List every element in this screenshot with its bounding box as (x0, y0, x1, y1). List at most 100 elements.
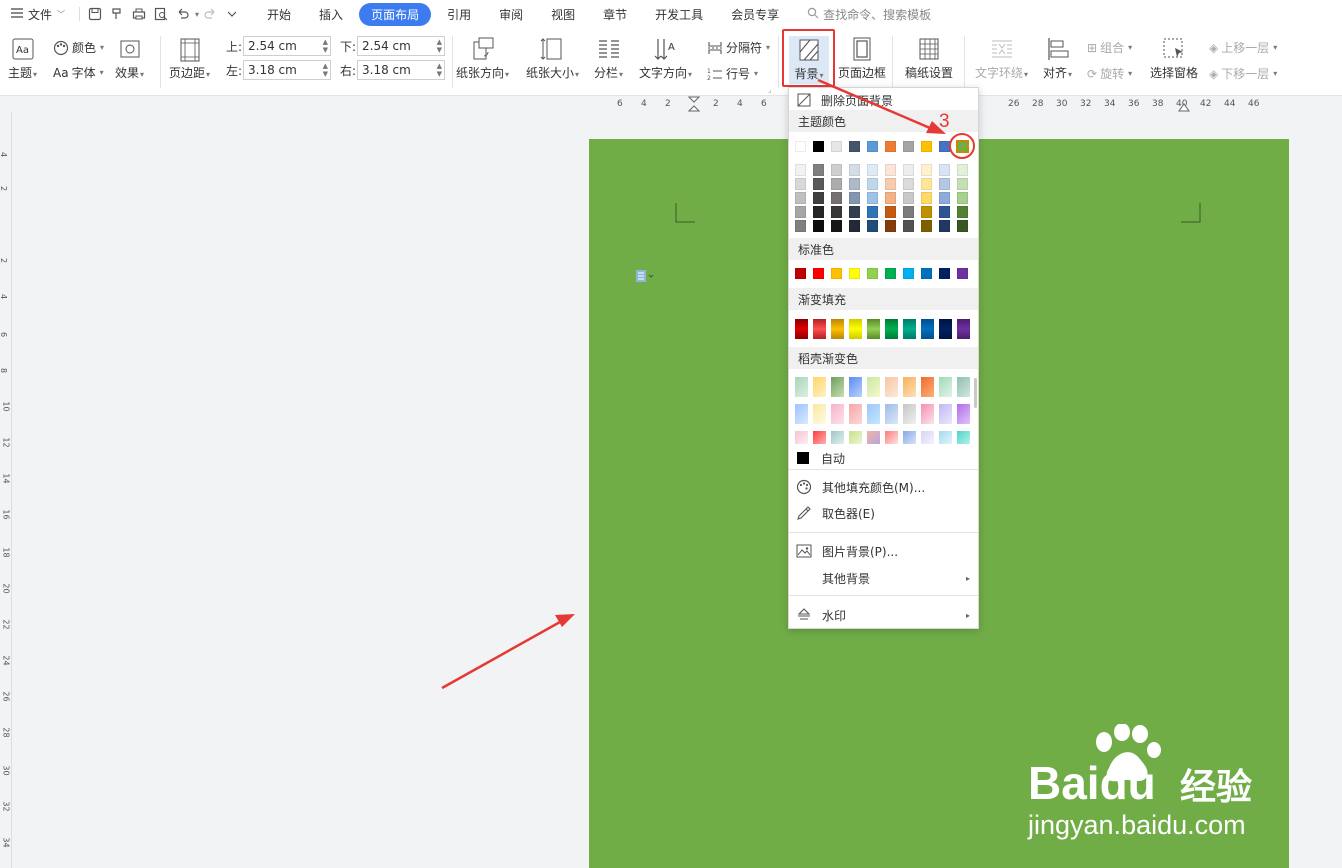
theme-color-swatch[interactable] (795, 141, 806, 152)
theme-shade-swatch[interactable] (795, 206, 806, 218)
theme-shade-swatch[interactable] (795, 164, 806, 176)
text-wrap-button[interactable]: 文字环绕▾ (975, 36, 1028, 81)
align-button[interactable]: 对齐▾ (1043, 36, 1072, 81)
tab-page-layout[interactable]: 页面布局 (359, 2, 432, 26)
theme-shade-swatch[interactable] (867, 220, 878, 232)
indent-marker-icon[interactable] (1178, 98, 1190, 112)
wps-gradient-swatch[interactable] (831, 431, 844, 444)
standard-color-swatch[interactable] (831, 268, 842, 279)
margins-button[interactable]: 页边距▾ (169, 38, 210, 81)
theme-shade-swatch[interactable] (957, 192, 968, 204)
theme-button[interactable]: Aa 主题▾ (8, 38, 37, 81)
wps-gradient-swatch[interactable] (849, 377, 862, 397)
gradient-fill-swatch[interactable] (885, 319, 898, 339)
columns-button[interactable]: 分栏▾ (594, 36, 623, 81)
theme-shade-swatch[interactable] (939, 206, 950, 218)
theme-color-swatch[interactable] (939, 141, 950, 152)
theme-shade-swatch[interactable] (831, 220, 842, 232)
theme-shade-swatch[interactable] (903, 178, 914, 190)
theme-shade-swatch[interactable] (885, 220, 896, 232)
file-menu[interactable]: 文件 ﹀ (10, 6, 65, 23)
breaks-button[interactable]: 分隔符 ▾ (707, 39, 770, 56)
wps-gradient-swatch[interactable] (813, 431, 826, 444)
theme-color-swatch[interactable] (903, 141, 914, 152)
theme-color-swatch[interactable] (956, 140, 969, 153)
customize-toolbar-icon[interactable] (224, 6, 240, 22)
gradient-fill-swatch[interactable] (921, 319, 934, 339)
standard-color-swatch[interactable] (957, 268, 968, 279)
spinner-icon[interactable]: ▲ ▼ (323, 38, 328, 54)
standard-color-swatch[interactable] (885, 268, 896, 279)
wps-gradient-swatch[interactable] (867, 431, 880, 444)
margin-bottom-field[interactable]: 2.54 cm ▲ ▼ (357, 36, 445, 56)
line-numbers-button[interactable]: 12 行号 ▾ (707, 65, 758, 82)
wps-gradient-swatch[interactable] (921, 431, 934, 444)
wps-gradient-swatch[interactable] (903, 404, 916, 424)
spinner-icon[interactable]: ▲ ▼ (437, 62, 442, 78)
spinner-icon[interactable]: ▲ ▼ (323, 62, 328, 78)
standard-color-swatch[interactable] (849, 268, 860, 279)
rotate-button[interactable]: ⟳ 旋转 ▾ (1087, 65, 1132, 82)
page-border-button[interactable]: 页面边框 (838, 36, 886, 81)
chevron-down-icon[interactable]: ▾ (195, 10, 199, 19)
theme-shade-swatch[interactable] (849, 220, 860, 232)
wps-gradient-swatch[interactable] (939, 431, 952, 444)
scrollbar-thumb[interactable] (974, 378, 977, 408)
theme-shade-swatch[interactable] (813, 178, 824, 190)
standard-color-swatch[interactable] (867, 268, 878, 279)
theme-shade-swatch[interactable] (795, 220, 806, 232)
more-fill-colors-item[interactable]: 其他填充颜色(M)... (789, 476, 978, 498)
wps-gradient-swatch[interactable] (921, 377, 934, 397)
theme-shade-swatch[interactable] (849, 192, 860, 204)
wps-gradient-swatch[interactable] (903, 377, 916, 397)
theme-color-swatch[interactable] (921, 141, 932, 152)
tab-references[interactable]: 引用 (435, 3, 483, 26)
theme-color-swatch[interactable] (813, 141, 824, 152)
theme-shade-swatch[interactable] (831, 206, 842, 218)
tab-review[interactable]: 审阅 (487, 3, 535, 26)
tab-developer[interactable]: 开发工具 (643, 3, 715, 26)
theme-color-swatch[interactable] (849, 141, 860, 152)
other-background-item[interactable]: 其他背景 ▸ (789, 567, 978, 589)
theme-shade-swatch[interactable] (939, 164, 950, 176)
theme-shade-swatch[interactable] (885, 206, 896, 218)
wps-gradient-swatch[interactable] (813, 404, 826, 424)
fonts-button[interactable]: Aa 字体 ▾ (53, 64, 104, 81)
theme-shade-swatch[interactable] (885, 164, 896, 176)
theme-shade-swatch[interactable] (885, 178, 896, 190)
theme-shade-swatch[interactable] (903, 164, 914, 176)
watermark-item[interactable]: 水印 ▸ (789, 604, 978, 626)
theme-shade-swatch[interactable] (849, 178, 860, 190)
theme-color-swatch[interactable] (831, 141, 842, 152)
standard-color-swatch[interactable] (813, 268, 824, 279)
tab-home[interactable]: 开始 (255, 3, 303, 26)
theme-shade-swatch[interactable] (921, 178, 932, 190)
theme-shade-swatch[interactable] (849, 164, 860, 176)
text-direction-button[interactable]: A 文字方向▾ (639, 36, 692, 81)
theme-shade-swatch[interactable] (867, 192, 878, 204)
theme-shade-swatch[interactable] (903, 220, 914, 232)
gradient-fill-swatch[interactable] (795, 319, 808, 339)
colors-button[interactable]: 颜色 ▾ (53, 39, 104, 56)
wps-gradient-swatch[interactable] (813, 377, 826, 397)
wps-gradient-swatch[interactable] (867, 377, 880, 397)
indent-marker-icon[interactable] (688, 96, 700, 112)
theme-shade-swatch[interactable] (813, 164, 824, 176)
standard-color-swatch[interactable] (939, 268, 950, 279)
theme-shade-swatch[interactable] (849, 206, 860, 218)
tab-insert[interactable]: 插入 (307, 3, 355, 26)
theme-shade-swatch[interactable] (921, 192, 932, 204)
theme-shade-swatch[interactable] (903, 192, 914, 204)
picture-background-item[interactable]: 图片背景(P)... (789, 540, 978, 562)
theme-shade-swatch[interactable] (921, 206, 932, 218)
theme-shade-swatch[interactable] (903, 206, 914, 218)
paper-size-button[interactable]: 纸张大小▾ (526, 36, 579, 81)
eyedropper-item[interactable]: 取色器(E) (789, 502, 978, 524)
send-backward-button[interactable]: ◈ 下移一层 ▾ (1209, 65, 1277, 82)
theme-shade-swatch[interactable] (813, 220, 824, 232)
tab-view[interactable]: 视图 (539, 3, 587, 26)
group-button[interactable]: ⊞ 组合 ▾ (1087, 39, 1132, 56)
redo-icon[interactable] (202, 6, 218, 22)
wps-gradient-swatch[interactable] (903, 431, 916, 444)
theme-color-swatch[interactable] (885, 141, 896, 152)
